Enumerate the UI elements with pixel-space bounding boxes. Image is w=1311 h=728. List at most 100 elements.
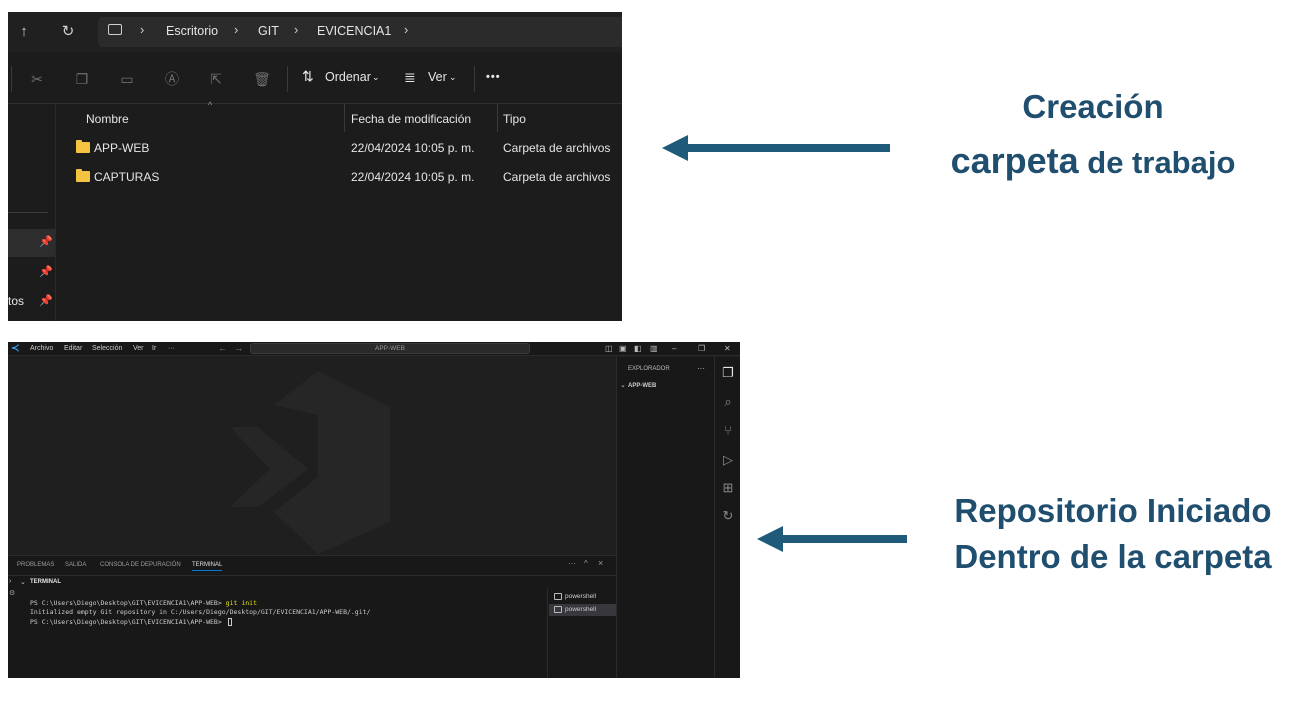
source-control-icon[interactable]: ⑂ bbox=[715, 420, 740, 442]
terminal-command: git init bbox=[225, 599, 257, 607]
table-row[interactable]: APP-WEB 22/04/2024 10:05 p. m. Carpeta d… bbox=[56, 134, 622, 162]
delete-icon[interactable]: 🗑 bbox=[251, 68, 273, 90]
paste-icon[interactable]: ▭ bbox=[116, 68, 138, 90]
arrow-shaft bbox=[684, 144, 890, 152]
search-text: APP-WEB bbox=[375, 345, 405, 352]
menu-seleccion[interactable]: Selección bbox=[92, 345, 122, 352]
menu-more[interactable]: ··· bbox=[168, 345, 175, 352]
annotation-subtitle: carpeta de trabajo bbox=[912, 140, 1274, 182]
customize-layout-icon[interactable]: ▥ bbox=[650, 344, 658, 353]
menu-editar[interactable]: Editar bbox=[64, 345, 82, 352]
run-debug-icon[interactable]: ▷ bbox=[715, 449, 740, 471]
gear-icon[interactable]: ⚙ bbox=[9, 589, 15, 597]
annotation-title: Repositorio Iniciado bbox=[954, 492, 1272, 529]
terminal-instance[interactable]: powershell bbox=[549, 604, 617, 616]
column-header-date[interactable]: Fecha de modificación bbox=[351, 112, 471, 126]
sort-button[interactable]: Ordenar bbox=[325, 70, 371, 84]
terminal-line: Initialized empty Git repository in C:/U… bbox=[30, 608, 371, 616]
annotation-word: carpeta bbox=[950, 140, 1079, 181]
terminal-icon bbox=[554, 593, 562, 600]
annotation-subtitle: Dentro de la carpeta bbox=[954, 538, 1272, 575]
arrow-shaft bbox=[779, 535, 907, 543]
vscode-logo-icon: ≺ bbox=[11, 343, 20, 354]
terminal-instance[interactable]: powershell bbox=[549, 591, 617, 603]
terminal-icon bbox=[554, 606, 562, 613]
remote-explorer-icon[interactable]: ↻ bbox=[715, 505, 740, 527]
refresh-icon[interactable]: ↻ bbox=[58, 22, 78, 42]
arrow-up-icon[interactable]: ↑ bbox=[14, 22, 34, 42]
breadcrumb-item-escritorio[interactable]: Escritorio bbox=[166, 24, 218, 38]
toggle-sidebar-icon[interactable]: ◫ bbox=[605, 344, 613, 353]
minimize-icon[interactable]: – bbox=[672, 344, 676, 353]
breadcrumb-item-git[interactable]: GIT bbox=[258, 24, 279, 38]
terminal-section-header[interactable]: › ⌄ TERMINAL bbox=[8, 575, 616, 588]
chevron-right-icon: › bbox=[234, 22, 239, 37]
column-divider[interactable] bbox=[344, 104, 345, 132]
column-headers: Nombre ^ Fecha de modificación Tipo bbox=[56, 100, 622, 132]
cut-icon[interactable]: ✂ bbox=[26, 68, 48, 90]
more-actions-button[interactable]: ··· bbox=[568, 559, 576, 568]
files-icon[interactable]: ❐ bbox=[715, 362, 740, 384]
navigation-pane: 📌 📌 tos 📌 bbox=[8, 104, 56, 321]
folder-root-label[interactable]: APP-WEB bbox=[628, 383, 656, 389]
pin-icon: 📌 bbox=[39, 266, 53, 278]
chevron-down-icon: ⌄ bbox=[20, 579, 26, 586]
tab-terminal[interactable]: TERMINAL bbox=[192, 562, 223, 571]
terminal-instance-label: powershell bbox=[565, 606, 597, 613]
folder-icon bbox=[76, 140, 90, 153]
chevron-right-icon: › bbox=[294, 22, 299, 37]
search-icon[interactable]: ⌕ bbox=[715, 391, 740, 413]
maximize-panel-button[interactable]: ^ bbox=[584, 559, 588, 568]
forward-arrow-icon[interactable]: → bbox=[234, 343, 243, 353]
nav-item[interactable]: 📌 bbox=[8, 229, 55, 257]
tab-salida[interactable]: SALIDA bbox=[65, 562, 86, 568]
terminal-line[interactable]: PS C:\Users\Diego\Desktop\GIT\EVICENCIA1… bbox=[30, 618, 232, 626]
chevron-right-icon: › bbox=[140, 22, 145, 37]
pin-icon: 📌 bbox=[39, 236, 53, 248]
menu-archivo[interactable]: Archivo bbox=[30, 345, 53, 352]
table-row[interactable]: CAPTURAS 22/04/2024 10:05 p. m. Carpeta … bbox=[56, 163, 622, 191]
nav-item[interactable]: 📌 bbox=[8, 259, 55, 287]
nav-item[interactable]: tos 📌 bbox=[8, 288, 55, 316]
breadcrumb[interactable]: › Escritorio › GIT › EVICENCIA1 › bbox=[98, 17, 622, 47]
menu-ir[interactable]: Ir bbox=[152, 345, 156, 352]
divider bbox=[287, 66, 288, 92]
file-list: Nombre ^ Fecha de modificación Tipo APP-… bbox=[56, 100, 622, 321]
tab-consola-depuracion[interactable]: CONSOLA DE DEPURACIÓN bbox=[100, 562, 181, 568]
explorer-more-button[interactable]: ··· bbox=[697, 364, 705, 373]
divider bbox=[8, 212, 48, 213]
address-bar-area: ↑ ↻ › Escritorio › GIT › EVICENCIA1 › bbox=[8, 12, 622, 52]
column-header-type[interactable]: Tipo bbox=[503, 112, 526, 126]
column-divider[interactable] bbox=[497, 104, 498, 132]
file-type: Carpeta de archivos bbox=[503, 141, 611, 155]
menu-ver[interactable]: Ver bbox=[133, 345, 144, 352]
close-panel-button[interactable]: × bbox=[598, 558, 603, 568]
command-bar: ✂ ❐ ▭ Ⓐ ⇱ 🗑 ⇅ Ordenar ⌄ ≣ Ver ⌄ ••• bbox=[8, 54, 622, 104]
terminal-prompt: PS C:\Users\Diego\Desktop\GIT\EVICENCIA1… bbox=[30, 599, 226, 607]
chevron-right-icon[interactable]: › bbox=[404, 22, 408, 37]
column-header-name[interactable]: Nombre bbox=[86, 112, 129, 126]
command-center-search[interactable]: APP-WEB bbox=[250, 343, 530, 354]
pin-icon: 📌 bbox=[39, 295, 53, 307]
share-icon[interactable]: ⇱ bbox=[205, 68, 227, 90]
rename-icon[interactable]: Ⓐ bbox=[161, 68, 183, 90]
file-date: 22/04/2024 10:05 p. m. bbox=[351, 170, 475, 184]
extensions-icon[interactable]: ⊞ bbox=[715, 477, 740, 499]
view-button[interactable]: Ver bbox=[428, 70, 447, 84]
restore-icon[interactable]: ❐ bbox=[698, 344, 705, 353]
annotation-title: Creación bbox=[1022, 88, 1164, 125]
file-name: APP-WEB bbox=[94, 141, 150, 155]
more-options-button[interactable]: ••• bbox=[486, 71, 501, 83]
tab-problemas[interactable]: PROBLEMAS bbox=[17, 562, 54, 568]
close-icon[interactable]: ✕ bbox=[724, 344, 731, 353]
copy-icon[interactable]: ❐ bbox=[71, 68, 93, 90]
vscode-watermark-icon bbox=[230, 371, 390, 554]
toggle-panel-icon[interactable]: ▣ bbox=[619, 344, 627, 353]
chevron-down-icon: ⌄ bbox=[449, 72, 457, 82]
back-arrow-icon[interactable]: ← bbox=[218, 343, 227, 353]
activity-bar: ❐ ⌕ ⑂ ▷ ⊞ ↻ bbox=[714, 357, 740, 678]
vscode-window: ≺ Archivo Editar Selección Ver Ir ··· ← … bbox=[8, 342, 740, 678]
breadcrumb-item-evicencia1[interactable]: EVICENCIA1 bbox=[317, 24, 391, 38]
toggle-secondary-sidebar-icon[interactable]: ◧ bbox=[634, 344, 642, 353]
terminal-cursor bbox=[227, 618, 232, 626]
